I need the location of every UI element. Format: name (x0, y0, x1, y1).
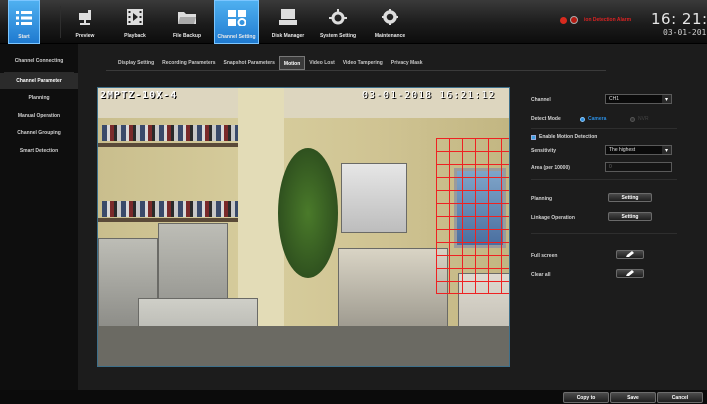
radio-selected-icon (580, 116, 585, 122)
channel-label: Channel (531, 97, 551, 103)
system-gear-icon (328, 8, 348, 26)
list-icon (14, 9, 34, 27)
gear-icon (380, 8, 400, 26)
toolbar-preview-button[interactable]: Preview (68, 0, 102, 44)
area-label: Area (per 10000) (531, 165, 570, 171)
detect-mode-label: Detect Mode (531, 116, 561, 122)
full-screen-label: Full screen (531, 253, 558, 259)
section-divider (531, 128, 677, 129)
cancel-button[interactable]: Cancel (657, 392, 703, 403)
alarm-bell-icon (570, 16, 578, 24)
toolbar-maintenance-label: Maintenance (374, 33, 406, 39)
camera-scene-books (102, 201, 238, 217)
area-value: 0 (609, 164, 612, 170)
sidebar-item-channel-connecting[interactable]: Channel Connecting (0, 53, 78, 69)
toolbar-start-label: Start (18, 34, 30, 40)
camera-timestamp-overlay: 03-01-2018 16:21:12 (362, 90, 496, 101)
channel-value: CH1 (609, 96, 620, 102)
camera-scene-floor (98, 326, 509, 366)
toolbar-channel-setting-label: Channel Setting (217, 34, 256, 40)
linkage-setting-button[interactable]: Setting (608, 212, 652, 221)
tab-bar: Display Setting Recording Parameters Sna… (114, 56, 427, 70)
tab-recording-parameters[interactable]: Recording Parameters (158, 56, 219, 70)
sidebar-item-channel-parameter[interactable]: Channel Parameter (0, 73, 78, 89)
toolbar-playback-button[interactable]: Playback (118, 0, 152, 44)
toolbar-maintenance-button[interactable]: Maintenance (370, 0, 410, 44)
clock-time: 16: 21: 1 (651, 10, 707, 28)
film-icon (125, 8, 145, 26)
toolbar-preview-label: Preview (75, 33, 95, 39)
detect-mode-camera-radio[interactable]: Camera (580, 116, 606, 122)
camera-scene-shelf (98, 143, 238, 147)
chevron-down-icon: ▾ (662, 146, 671, 154)
save-button[interactable]: Save (610, 392, 656, 403)
camera-icon (75, 8, 95, 26)
folder-icon (177, 8, 197, 26)
alarm-text: ion Detection Alarm (584, 17, 632, 23)
sensitivity-value: The highest (609, 147, 636, 153)
sensitivity-label: Sensitivity (531, 148, 557, 154)
planning-label: Planning (531, 196, 553, 202)
radio-unselected-icon (630, 116, 635, 122)
sidebar: Channel Connecting Channel Parameter Pla… (0, 44, 78, 390)
camera-view[interactable]: 2MPTZ-10X-4 03-01-2018 16:21:12 (97, 87, 510, 367)
toolbar-system-setting-label: System Setting (319, 33, 357, 39)
clear-all-label: Clear all (531, 272, 551, 278)
main-panel: Display Setting Recording Parameters Sna… (78, 44, 707, 390)
motion-area-grid[interactable] (436, 138, 509, 294)
disk-icon (278, 8, 298, 26)
detect-mode-nvr-label: NVR (638, 116, 649, 122)
tab-underline (106, 70, 606, 71)
tab-video-lost[interactable]: Video Lost (305, 56, 338, 70)
camera-scene-display (341, 163, 407, 233)
bottom-bar: Copy to Save Cancel (0, 390, 707, 404)
toolbar-start-button[interactable]: Start (8, 0, 40, 44)
tab-display-setting[interactable]: Display Setting (114, 56, 158, 70)
sidebar-item-smart-detection[interactable]: Smart Detection (0, 143, 78, 159)
pencil-icon (626, 251, 634, 257)
channel-setting-icon (227, 9, 247, 27)
toolbar-file-backup-label: File Backup (172, 33, 202, 39)
tab-snapshot-parameters[interactable]: Snapshot Parameters (219, 56, 278, 70)
toolbar-channel-setting-button[interactable]: Channel Setting (214, 0, 259, 44)
toolbar-disk-manager-label: Disk Manager (271, 33, 305, 39)
camera-scene-plant (278, 148, 338, 278)
toolbar-playback-label: Playback (124, 33, 146, 39)
sidebar-item-channel-grouping[interactable]: Channel Grouping (0, 125, 78, 141)
detect-mode-nvr-radio[interactable]: NVR (630, 116, 649, 122)
linkage-operation-label: Linkage Operation (531, 215, 575, 221)
alarm-indicator[interactable]: ion Detection Alarm (560, 16, 631, 24)
channel-select[interactable]: CH1 ▾ (605, 94, 672, 104)
clear-all-button[interactable] (616, 269, 644, 278)
detect-mode-camera-label: Camera (588, 116, 607, 122)
camera-name-overlay: 2MPTZ-10X-4 (100, 90, 178, 101)
camera-scene-partition (338, 248, 448, 328)
top-toolbar: Start Preview Playback File Backup Chann… (0, 0, 707, 44)
tab-motion[interactable]: Motion (278, 56, 306, 70)
section-divider (531, 179, 677, 180)
full-screen-button[interactable] (616, 250, 644, 259)
checkbox-checked-icon (531, 134, 536, 140)
tab-video-tampering[interactable]: Video Tampering (339, 56, 387, 70)
toolbar-disk-manager-button[interactable]: Disk Manager (268, 0, 308, 44)
enable-motion-detection-label: Enable Motion Detection (539, 134, 598, 140)
copy-to-button[interactable]: Copy to (563, 392, 609, 403)
tab-privacy-mask[interactable]: Privacy Mask (387, 56, 427, 70)
toolbar-system-setting-button[interactable]: System Setting (318, 0, 358, 44)
enable-motion-detection-checkbox[interactable]: Enable Motion Detection (531, 134, 597, 140)
chevron-down-icon: ▾ (662, 95, 671, 103)
sensitivity-select[interactable]: The highest ▾ (605, 145, 672, 155)
sidebar-item-manual-operation[interactable]: Manual Operation (0, 108, 78, 124)
pencil-icon (626, 270, 634, 276)
planning-setting-button[interactable]: Setting (608, 193, 652, 202)
area-input[interactable]: 0 (605, 162, 672, 172)
camera-scene-shelf (98, 218, 238, 222)
section-divider (531, 233, 677, 234)
alarm-led-icon (560, 16, 567, 24)
sidebar-item-planning[interactable]: Planning (0, 90, 78, 106)
camera-scene-books (102, 125, 238, 141)
toolbar-divider (60, 6, 61, 38)
toolbar-file-backup-button[interactable]: File Backup (168, 0, 206, 44)
clock-date: 03-01-201 (663, 28, 707, 37)
